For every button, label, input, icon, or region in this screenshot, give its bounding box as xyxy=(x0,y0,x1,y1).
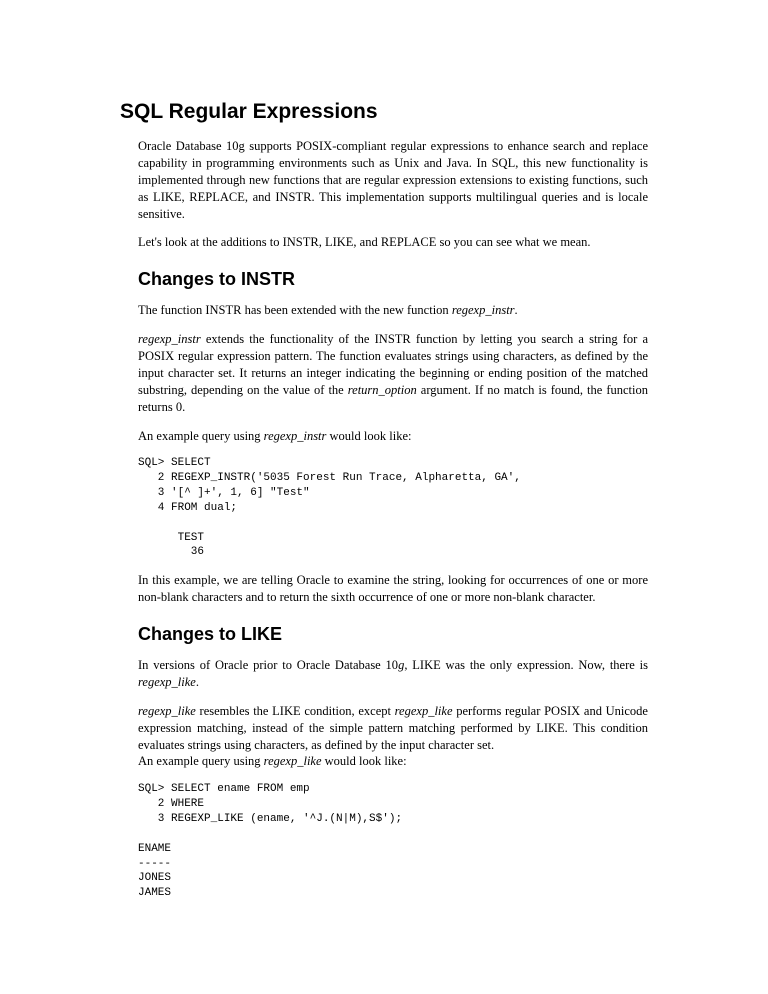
term-return-option: return_option xyxy=(348,383,417,397)
text: The function INSTR has been extended wit… xyxy=(138,303,452,317)
text: An example query using xyxy=(138,754,264,768)
text: resembles the LIKE condition, except xyxy=(196,704,395,718)
term-regexp-like: regexp_like xyxy=(138,675,196,689)
text: , LIKE was the only expression. Now, the… xyxy=(404,658,648,672)
instr-p3: An example query using regexp_instr woul… xyxy=(138,428,648,445)
term-regexp-like: regexp_like xyxy=(395,704,453,718)
section-heading-like: Changes to LIKE xyxy=(138,624,648,645)
section-heading-instr: Changes to INSTR xyxy=(138,269,648,290)
document-page: SQL Regular Expressions Oracle Database … xyxy=(0,0,768,973)
like-p2: regexp_like resembles the LIKE condition… xyxy=(138,703,648,754)
instr-p4: In this example, we are telling Oracle t… xyxy=(138,572,648,606)
intro-paragraph-1: Oracle Database 10g supports POSIX-compl… xyxy=(138,138,648,222)
instr-p1: The function INSTR has been extended wit… xyxy=(138,302,648,319)
text: would look like: xyxy=(322,754,407,768)
term-regexp-instr: regexp_instr xyxy=(138,332,201,346)
text: In versions of Oracle prior to Oracle Da… xyxy=(138,658,398,672)
term-regexp-like: regexp_like xyxy=(138,704,196,718)
term-regexp-instr: regexp_instr xyxy=(264,429,327,443)
instr-p2: regexp_instr extends the functionality o… xyxy=(138,331,648,415)
term-regexp-like: regexp_like xyxy=(264,754,322,768)
intro-paragraph-2: Let's look at the additions to INSTR, LI… xyxy=(138,234,648,251)
text: An example query using xyxy=(138,429,264,443)
text: . xyxy=(515,303,518,317)
text: would look like: xyxy=(326,429,411,443)
code-block-like: SQL> SELECT ename FROM emp 2 WHERE 3 REG… xyxy=(138,782,648,901)
term-regexp-instr: regexp_instr xyxy=(452,303,515,317)
code-block-instr: SQL> SELECT 2 REGEXP_INSTR('5035 Forest … xyxy=(138,456,648,560)
like-p3: An example query using regexp_like would… xyxy=(138,753,648,770)
like-p1: In versions of Oracle prior to Oracle Da… xyxy=(138,657,648,691)
text: . xyxy=(196,675,199,689)
page-title: SQL Regular Expressions xyxy=(120,100,648,124)
